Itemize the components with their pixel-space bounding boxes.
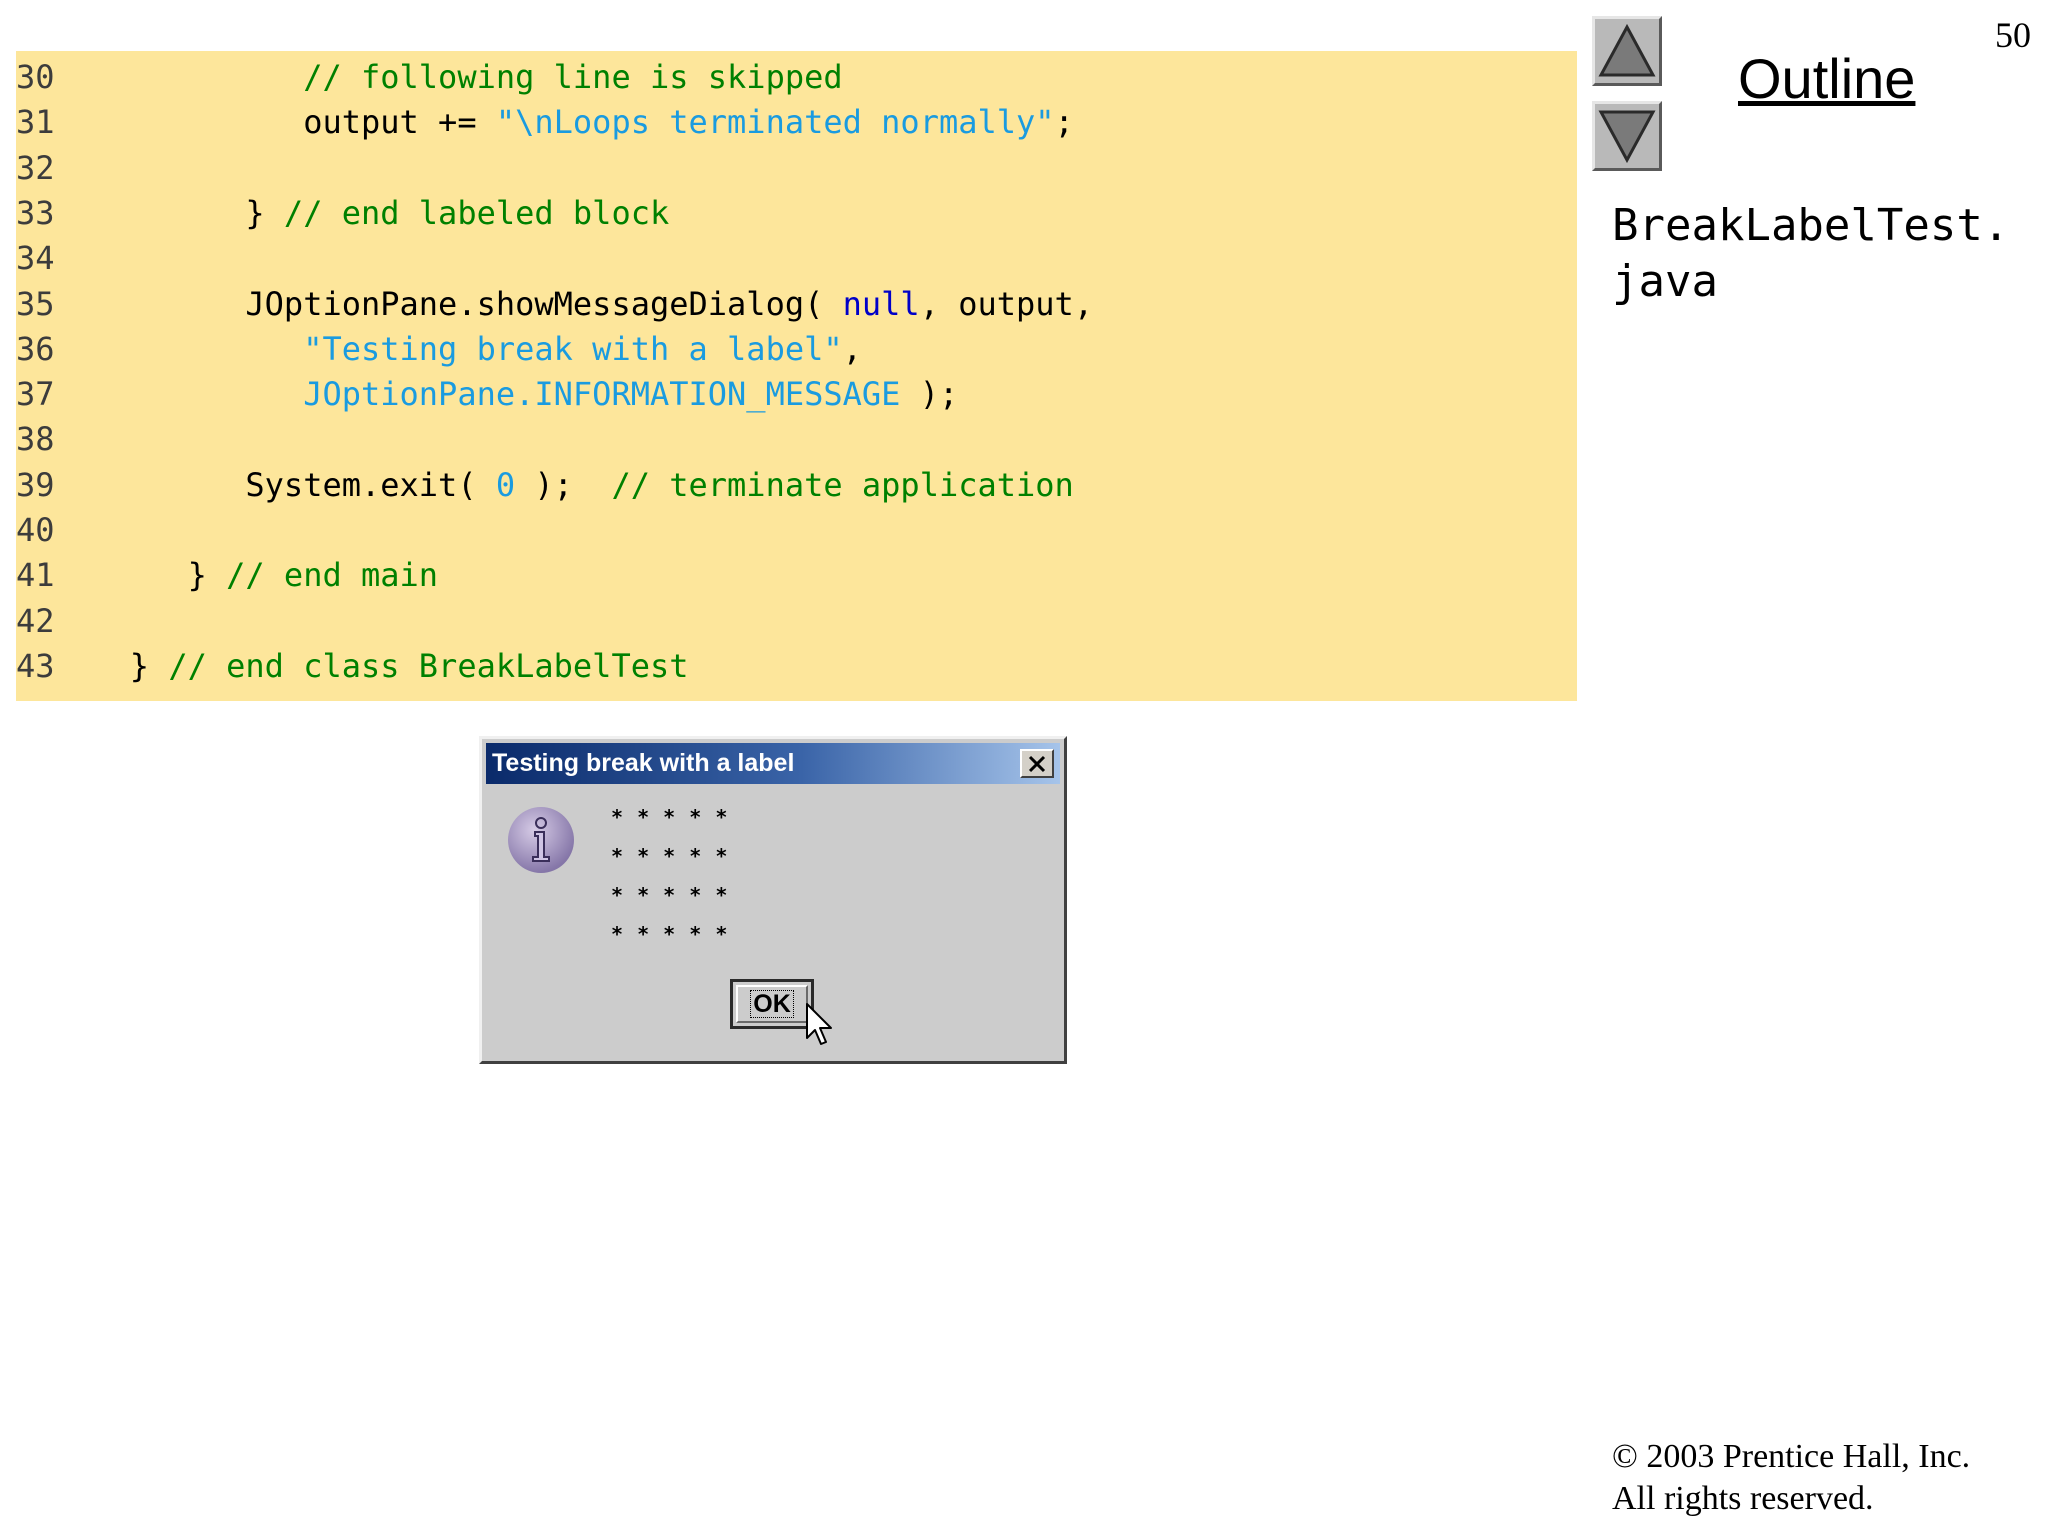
line-number: 31 — [16, 103, 55, 142]
triangle-down-icon — [1598, 110, 1656, 164]
code-token-comment: // end class BreakLabelTest — [168, 646, 689, 685]
information-icon — [508, 807, 574, 873]
code-token-string: "\nLoops terminated normally" — [495, 103, 1055, 142]
dialog-close-button[interactable] — [1020, 749, 1054, 778]
code-token-string: JOptionPane.INFORMATION_MESSAGE — [303, 375, 901, 414]
code-token-comment: // end main — [226, 556, 439, 595]
code-token-plain: , output, — [919, 284, 1094, 323]
code-line: 39 System.exit( 0 ); // terminate applic… — [16, 463, 1074, 508]
message-dialog: Testing break with a label * * * * * * *… — [479, 736, 1067, 1064]
code-token-plain: ; — [1054, 103, 1074, 142]
ok-button[interactable]: OK — [730, 979, 814, 1029]
page-number: 50 — [1995, 15, 2031, 55]
code-line: 37 JOptionPane.INFORMATION_MESSAGE ); — [16, 372, 958, 417]
outline-title: Outline — [1738, 47, 1916, 110]
line-number: 38 — [16, 420, 55, 459]
code-line: 42 — [16, 599, 72, 644]
ok-label: OK — [750, 990, 794, 1018]
message-line: * * * * * — [611, 805, 729, 829]
line-number: 30 — [16, 58, 55, 96]
triangle-up-icon — [1598, 23, 1656, 77]
code-token-comment: // end labeled block — [283, 193, 670, 232]
line-number: 40 — [16, 511, 55, 549]
code-token-plain: ); — [515, 465, 612, 504]
dialog-titlebar[interactable]: Testing break with a label — [486, 743, 1060, 784]
code-token-comment: // terminate application — [611, 465, 1074, 504]
code-token-plain: , — [842, 329, 862, 368]
line-number: 36 — [16, 329, 55, 368]
code-token-plain: } — [72, 556, 227, 595]
copyright-line: © 2003 Prentice Hall, Inc. — [1612, 1438, 1971, 1475]
dialog-title: Testing break with a label — [492, 749, 795, 777]
line-number: 41 — [16, 556, 55, 595]
copyright: © 2003 Prentice Hall, Inc. All rights re… — [1612, 1436, 1970, 1520]
mouse-pointer-icon — [806, 1003, 832, 1045]
code-line: 30 // following line is skipped — [16, 55, 843, 100]
previous-slide-button[interactable] — [1592, 16, 1662, 86]
message-line: * * * * * — [611, 883, 729, 907]
code-token-keyword: null — [842, 284, 920, 323]
line-number: 32 — [16, 148, 55, 187]
code-token-plain: JOptionPane.showMessageDialog( — [72, 284, 843, 323]
code-line: 38 — [16, 417, 72, 462]
code-line: 35 JOptionPane.showMessageDialog( null, … — [16, 282, 1093, 327]
message-line: * * * * * — [611, 922, 729, 946]
line-number: 34 — [16, 239, 55, 278]
code-line: 40 — [16, 508, 72, 553]
code-token-plain: output += — [72, 103, 496, 142]
code-token-plain: } — [72, 193, 284, 232]
next-slide-button[interactable] — [1592, 101, 1662, 171]
code-line: 31 output += "\nLoops terminated normall… — [16, 100, 1074, 145]
code-line: 33 } // end labeled block — [16, 191, 669, 236]
code-token-plain: System.exit( — [72, 465, 496, 504]
code-line: 41 } // end main — [16, 553, 438, 598]
code-token-number: 0 — [495, 465, 516, 504]
code-token-plain: } — [72, 646, 169, 685]
code-line: 32 — [16, 146, 72, 191]
line-number: 42 — [16, 601, 55, 640]
code-token-plain: ); — [900, 375, 959, 414]
line-number: 39 — [16, 465, 55, 504]
close-icon — [1028, 755, 1046, 773]
code-line: 43 } // end class BreakLabelTest — [16, 644, 689, 689]
copyright-line: All rights reserved. — [1612, 1480, 1874, 1517]
line-number: 35 — [16, 284, 55, 323]
line-number: 33 — [16, 193, 55, 232]
code-listing: 30 // following line is skipped 31 output… — [16, 51, 1577, 701]
code-token-string: "Testing break with a label" — [303, 329, 843, 368]
message-line: * * * * * — [611, 844, 729, 868]
line-number: 37 — [16, 375, 55, 414]
code-line: 34 — [16, 236, 72, 281]
file-name: BreakLabelTest. java — [1612, 200, 2010, 307]
code-token-comment: // following line is skipped — [303, 58, 843, 96]
code-line: 36 "Testing break with a label", — [16, 327, 862, 372]
ok-button-face: OK — [736, 985, 808, 1023]
line-number: 43 — [16, 646, 55, 685]
